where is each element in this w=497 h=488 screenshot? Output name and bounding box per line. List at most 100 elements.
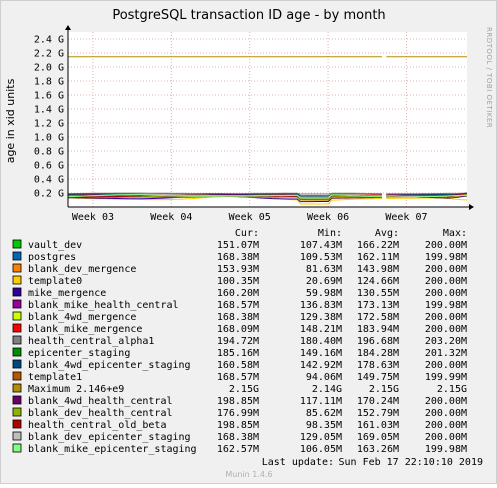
legend-swatch <box>13 252 21 260</box>
legend-label: mike_mergence <box>28 288 106 299</box>
y-axis-label: age in xid units <box>4 78 17 163</box>
legend-swatch <box>13 396 21 404</box>
legend-min-value: 142.92M <box>300 360 342 371</box>
legend-min-value: 85.62M <box>306 408 342 419</box>
y-tick-label: 0.6 G <box>34 161 64 172</box>
chart-title: PostgreSQL transaction ID age - by month <box>112 8 385 23</box>
legend-avg-value: 152.79M <box>357 408 399 419</box>
y-tick-label: 1.8 G <box>34 77 64 88</box>
legend-swatch <box>13 300 21 308</box>
x-tick-label: Week 03 <box>72 212 114 223</box>
legend-label: Maximum 2.146+e9 <box>28 384 124 395</box>
legend-label: blank_mike_mergence <box>28 324 142 335</box>
legend-label: template1 <box>28 372 82 383</box>
legend-max-value: 200.00M <box>425 264 467 275</box>
legend-min-value: 2.14G <box>312 384 342 395</box>
legend-cur-value: 198.85M <box>217 396 259 407</box>
y-tick-label: 2.4 G <box>34 35 64 46</box>
legend-label: blank_dev_epicenter_staging <box>28 432 191 443</box>
legend-min-value: 94.06M <box>306 372 342 383</box>
legend-header-max: Max: <box>443 228 467 239</box>
legend-swatch <box>13 312 21 320</box>
legend-swatch <box>13 420 21 428</box>
legend-avg-value: 162.11M <box>357 252 399 263</box>
y-tick-label: 1.2 G <box>34 119 64 130</box>
legend-cur-value: 168.57M <box>217 372 259 383</box>
legend-avg-value: 130.55M <box>357 288 399 299</box>
legend-swatch <box>13 348 21 356</box>
legend-max-value: 200.00M <box>425 396 467 407</box>
legend-avg-value: 163.26M <box>357 444 399 455</box>
y-tick-label: 0.2 G <box>34 189 64 200</box>
legend-swatch <box>13 240 21 248</box>
legend-label: blank_4wd_health_central <box>28 396 173 407</box>
legend-max-value: 199.98M <box>425 300 467 311</box>
legend-min-value: 106.05M <box>300 444 342 455</box>
legend-swatch <box>13 324 21 332</box>
legend-label: health_central_old_beta <box>28 420 166 431</box>
legend: Cur: Min: Avg: Max: vault_dev151.07M107.… <box>13 228 467 455</box>
munin-version: Munin 1.4.6 <box>225 470 272 479</box>
legend-label: epicenter_staging <box>28 348 130 359</box>
last-update-value: Sun Feb 17 22:10:10 2019 <box>339 457 484 468</box>
legend-cur-value: 168.57M <box>217 300 259 311</box>
legend-label: blank_4wd_epicenter_staging <box>28 360 191 371</box>
y-axis-arrow <box>65 25 71 30</box>
x-tick-label: Week 06 <box>307 212 349 223</box>
legend-cur-value: 168.38M <box>217 252 259 263</box>
legend-cur-value: 100.35M <box>217 276 259 287</box>
legend-cur-value: 2.15G <box>229 384 259 395</box>
legend-swatch <box>13 432 21 440</box>
legend-avg-value: 161.03M <box>357 420 399 431</box>
legend-max-value: 200.00M <box>425 312 467 323</box>
legend-avg-value: 170.24M <box>357 396 399 407</box>
legend-cur-value: 168.38M <box>217 432 259 443</box>
legend-cur-value: 151.07M <box>217 240 259 251</box>
legend-avg-value: 172.58M <box>357 312 399 323</box>
rrdtool-credit: RRDTOOL / TOBI OETIKER <box>485 27 493 128</box>
legend-swatch <box>13 276 21 284</box>
legend-label: vault_dev <box>28 240 82 251</box>
legend-avg-value: 184.28M <box>357 348 399 359</box>
y-tick-label: 2.2 G <box>34 49 64 60</box>
x-tick-label: Week 04 <box>150 212 192 223</box>
legend-min-value: 109.53M <box>300 252 342 263</box>
legend-label: health_central_alpha1 <box>28 336 154 347</box>
legend-label: blank_dev_mergence <box>28 264 136 275</box>
legend-min-value: 136.83M <box>300 300 342 311</box>
legend-avg-value: 173.13M <box>357 300 399 311</box>
legend-cur-value: 176.99M <box>217 408 259 419</box>
legend-label: blank_mike_health_central <box>28 300 179 311</box>
legend-cur-value: 160.58M <box>217 360 259 371</box>
graph-frame: PostgreSQL transaction ID age - by month… <box>0 0 497 484</box>
legend-label: postgres <box>28 252 76 263</box>
chart-svg: PostgreSQL transaction ID age - by month… <box>1 1 496 483</box>
legend-label: blank_dev_health_central <box>28 408 173 419</box>
y-tick-label: 0.8 G <box>34 147 64 158</box>
legend-label: blank_4wd_mergence <box>28 312 136 323</box>
y-tick-label: 2.0 G <box>34 63 64 74</box>
y-tick-label: 0.4 G <box>34 175 64 186</box>
legend-cur-value: 194.72M <box>217 336 259 347</box>
legend-avg-value: 2.15G <box>369 384 399 395</box>
legend-cur-value: 168.09M <box>217 324 259 335</box>
legend-avg-value: 183.94M <box>357 324 399 335</box>
legend-max-value: 200.00M <box>425 276 467 287</box>
legend-avg-value: 169.05M <box>357 432 399 443</box>
legend-swatch <box>13 372 21 380</box>
legend-swatch <box>13 384 21 392</box>
legend-header-min: Min: <box>318 228 342 239</box>
legend-max-value: 199.99M <box>425 372 467 383</box>
plot-area: 0.2 G0.4 G0.6 G0.8 G1.0 G1.2 G1.4 G1.6 G… <box>34 25 474 223</box>
legend-cur-value: 160.20M <box>217 288 259 299</box>
legend-header-cur: Cur: <box>235 228 259 239</box>
legend-avg-value: 196.68M <box>357 336 399 347</box>
legend-header-avg: Avg: <box>375 228 399 239</box>
legend-min-value: 149.16M <box>300 348 342 359</box>
plot-background <box>68 32 467 207</box>
legend-cur-value: 168.38M <box>217 312 259 323</box>
legend-min-value: 129.38M <box>300 312 342 323</box>
x-axis-arrow <box>469 204 474 210</box>
legend-swatch <box>13 336 21 344</box>
legend-avg-value: 178.63M <box>357 360 399 371</box>
